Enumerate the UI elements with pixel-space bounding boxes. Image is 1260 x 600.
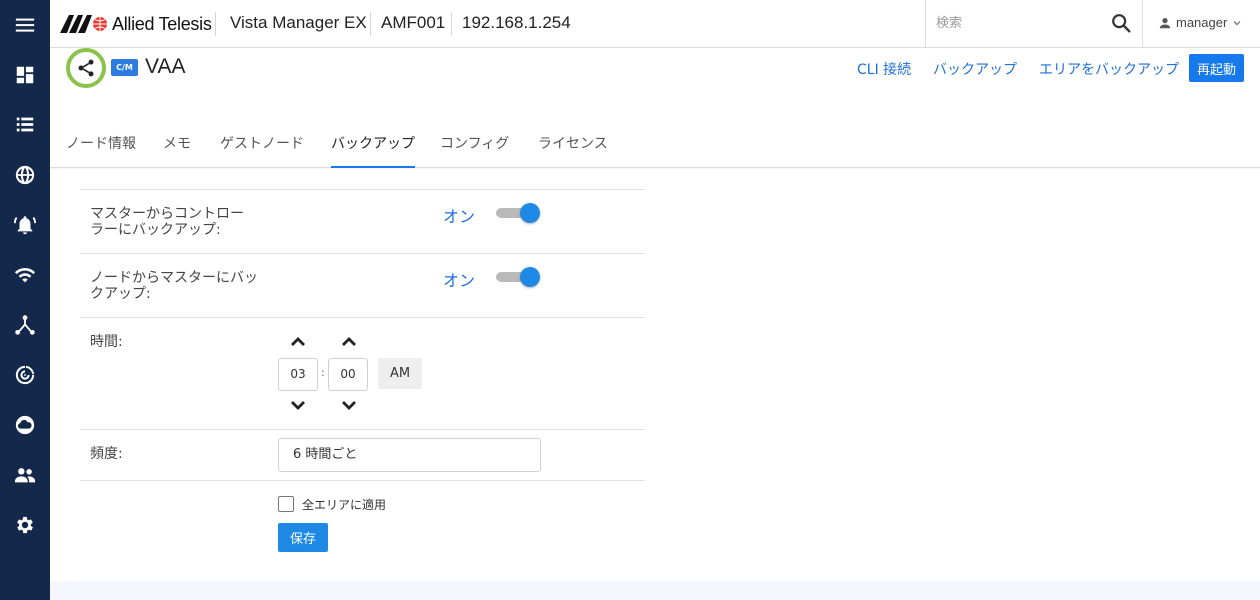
chevron-down-icon	[1233, 20, 1241, 25]
cm-badge: C/M	[111, 59, 138, 76]
frequency-label: 頻度:	[90, 446, 123, 462]
tab-license[interactable]: ライセンス	[538, 133, 608, 168]
area-name: AMF001	[381, 13, 446, 32]
allied-telesis-mark-icon	[60, 15, 107, 33]
wifi-icon[interactable]	[0, 250, 50, 300]
top-bar: Allied Telesis Vista Manager EX AMF001 1…	[50, 0, 1260, 48]
time-separator: :	[321, 366, 325, 379]
divider	[370, 12, 371, 36]
save-button[interactable]: 保存	[278, 523, 328, 552]
master-to-controller-label: マスターからコントロー ラーにバックアップ:	[90, 206, 244, 238]
search-box	[925, 0, 1143, 47]
user-menu[interactable]: manager	[1158, 15, 1243, 30]
divider	[215, 12, 216, 36]
minute-down-icon[interactable]	[342, 400, 356, 410]
users-icon[interactable]	[0, 450, 50, 500]
menu-icon[interactable]	[0, 0, 50, 50]
alarm-icon[interactable]	[0, 200, 50, 250]
divider	[80, 317, 645, 318]
tab-config[interactable]: コンフィグ	[440, 133, 509, 168]
dashboard-icon[interactable]	[0, 50, 50, 100]
frequency-select[interactable]: 6 時間ごと	[278, 438, 541, 472]
hour-input[interactable]: 03	[278, 358, 318, 391]
sidebar	[0, 0, 50, 600]
product-name: Vista Manager EX	[230, 13, 367, 32]
master-to-controller-state: オン	[443, 207, 476, 226]
ampm-toggle-button[interactable]: AM	[378, 358, 422, 389]
node-status-circle	[66, 48, 106, 88]
allied-telesis-logo: Allied Telesis	[60, 12, 212, 36]
search-input[interactable]	[936, 12, 1096, 34]
brand-name: Allied Telesis	[112, 13, 212, 34]
apply-all-areas-checkbox[interactable]	[278, 496, 294, 512]
divider	[80, 189, 645, 190]
search-icon[interactable]	[1110, 12, 1132, 34]
hour-down-icon[interactable]	[291, 400, 305, 410]
user-name: manager	[1176, 15, 1228, 30]
hour-up-icon[interactable]	[291, 337, 305, 347]
node-to-master-state: オン	[443, 271, 476, 290]
settings-icon[interactable]	[0, 500, 50, 550]
tab-backup[interactable]: バックアップ	[331, 133, 415, 168]
time-label: 時間:	[90, 334, 123, 350]
node-to-master-label: ノードからマスターにバッ クアップ:	[90, 270, 258, 302]
cli-connect-link[interactable]: CLI 接続	[857, 59, 911, 79]
cloud-icon[interactable]	[0, 400, 50, 450]
node-to-master-toggle[interactable]	[496, 267, 540, 287]
ip-address: 192.168.1.254	[462, 13, 571, 32]
apply-all-areas-label: 全エリアに適用	[302, 498, 387, 512]
restart-button[interactable]: 再起動	[1189, 54, 1244, 82]
user-icon	[1159, 17, 1171, 28]
globe-icon[interactable]	[0, 150, 50, 200]
list-icon[interactable]	[0, 100, 50, 150]
backup-link[interactable]: バックアップ	[933, 59, 1017, 79]
divider	[451, 12, 452, 36]
tab-guest-node[interactable]: ゲストノード	[220, 133, 304, 168]
node-name: VAA	[145, 55, 186, 78]
share-icon	[78, 59, 94, 77]
backup-settings-panel: マスターからコントロー ラーにバックアップ: オン ノードからマスターにバッ ク…	[50, 169, 1260, 581]
minute-input[interactable]: 00	[328, 358, 368, 391]
master-to-controller-toggle[interactable]	[496, 203, 540, 223]
tab-memo[interactable]: メモ	[163, 133, 191, 168]
divider	[80, 480, 645, 481]
topology-icon[interactable]	[0, 300, 50, 350]
minute-up-icon[interactable]	[342, 337, 356, 347]
divider	[80, 429, 645, 430]
node-header: C/M VAA CLI 接続 バックアップ エリアをバックアップ 再起動 ノード…	[50, 48, 1260, 168]
radar-icon[interactable]	[0, 350, 50, 400]
tab-node-info[interactable]: ノード情報	[66, 133, 136, 168]
divider	[80, 253, 645, 254]
area-backup-link[interactable]: エリアをバックアップ	[1039, 59, 1179, 79]
